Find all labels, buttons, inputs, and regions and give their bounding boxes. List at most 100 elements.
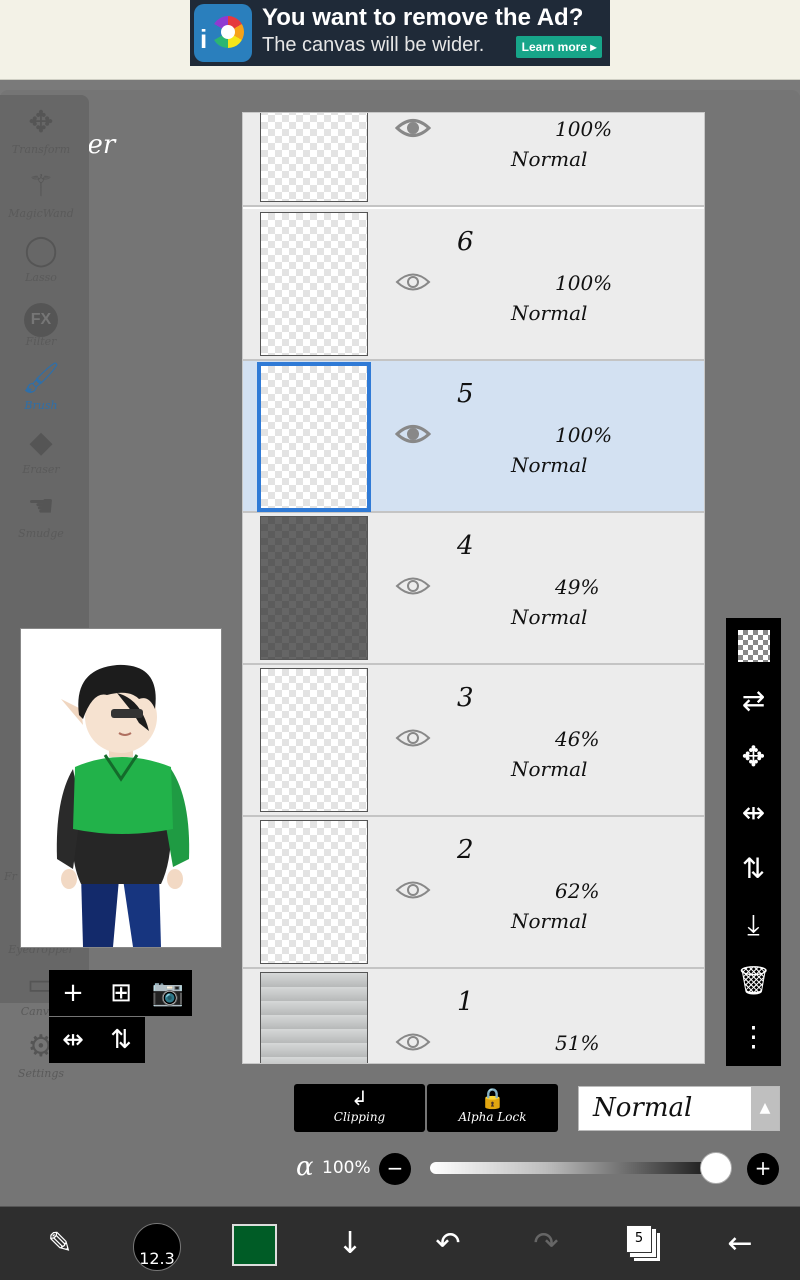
tool-smudge[interactable]: ☚ Smudge bbox=[0, 487, 82, 540]
increase-opacity-button[interactable]: + bbox=[747, 1153, 779, 1185]
lasso-icon: ◯ bbox=[24, 233, 58, 268]
lock-icon: 🔒 bbox=[480, 1086, 505, 1110]
ad-banner[interactable]: i You want to remove the Ad? The canvas … bbox=[190, 0, 610, 66]
arrow-down-icon[interactable]: ↓ bbox=[322, 1219, 378, 1269]
layer-name: 3 bbox=[457, 683, 474, 713]
flip-horizontal-icon[interactable]: ⇹ bbox=[49, 1017, 97, 1063]
redo-icon[interactable]: ↷ bbox=[518, 1219, 574, 1269]
back-arrow-icon[interactable]: ← bbox=[712, 1219, 768, 1269]
layers-button[interactable]: 5 bbox=[626, 1225, 652, 1253]
trash-icon[interactable]: 🗑 bbox=[726, 954, 781, 1008]
clipping-arrow-icon: ↲ bbox=[351, 1086, 368, 1110]
opacity-slider-handle[interactable] bbox=[700, 1152, 732, 1184]
layer-blend-mode: Normal bbox=[511, 605, 588, 629]
layer-name: 2 bbox=[457, 835, 474, 865]
layer-thumbnail bbox=[260, 516, 368, 660]
bottom-toolbar: ✎ 12.3 ↓ ↶ ↷ 5 ← bbox=[0, 1206, 800, 1280]
layer-blend-mode: Normal bbox=[511, 909, 588, 933]
canvas-preview[interactable] bbox=[20, 628, 222, 948]
more-options-icon[interactable]: ⋮ bbox=[726, 1010, 781, 1064]
logo-letter: i bbox=[200, 24, 208, 54]
ad-banner-bar: i You want to remove the Ad? The canvas … bbox=[0, 0, 800, 80]
learn-more-button[interactable]: Learn more ▸ bbox=[516, 36, 602, 58]
layer-thumbnail bbox=[257, 362, 371, 512]
ad-headline: You want to remove the Ad? bbox=[262, 4, 584, 31]
color-swatch[interactable] bbox=[232, 1224, 277, 1266]
swap-layer-icon[interactable]: ⇄ bbox=[726, 674, 781, 728]
eye-icon[interactable] bbox=[395, 573, 431, 599]
layer-row[interactable]: 1 51% bbox=[243, 969, 704, 1063]
layer-opacity: 100% bbox=[555, 271, 613, 295]
flip-horizontal-icon[interactable]: ⇹ bbox=[726, 786, 781, 840]
move-arrows-icon: ✥ bbox=[28, 105, 54, 140]
ad-subline: The canvas will be wider. bbox=[262, 34, 485, 56]
layer-blend-mode: Normal bbox=[511, 147, 588, 171]
camera-icon[interactable]: 📷 bbox=[144, 970, 192, 1016]
brush-eraser-toggle-icon[interactable]: ✎ bbox=[32, 1219, 88, 1269]
chevron-up-icon[interactable]: ▲ bbox=[751, 1087, 779, 1130]
brush-size-button[interactable]: 12.3 bbox=[133, 1223, 181, 1271]
character-drawing bbox=[56, 664, 190, 947]
clipping-button[interactable]: ↲ Clipping bbox=[294, 1084, 425, 1132]
smudge-icon: ☚ bbox=[27, 489, 55, 524]
layer-opacity: 49% bbox=[555, 575, 600, 599]
flip-vertical-icon[interactable]: ⇅ bbox=[97, 1017, 145, 1063]
ibispaint-logo-icon: i bbox=[194, 4, 252, 62]
decrease-opacity-button[interactable]: − bbox=[379, 1153, 411, 1185]
layer-row[interactable]: 2 62% Normal bbox=[243, 817, 704, 969]
layer-row[interactable]: 4 49% Normal bbox=[243, 513, 704, 665]
layer-name: 1 bbox=[457, 987, 474, 1017]
merge-down-icon[interactable]: ⤓ bbox=[726, 898, 781, 952]
opacity-row: α 100% − + bbox=[0, 1150, 800, 1190]
transparent-fill-icon[interactable] bbox=[726, 618, 781, 672]
layer-name: 5 bbox=[457, 379, 474, 409]
add-layer-from-copy-icon[interactable]: ⊞ bbox=[97, 970, 145, 1016]
layer-thumbnail bbox=[260, 113, 368, 202]
move-layer-icon[interactable]: ✥ bbox=[726, 730, 781, 784]
alpha-lock-button[interactable]: 🔒 Alpha Lock bbox=[427, 1084, 558, 1132]
brush-icon: 🖌 bbox=[21, 361, 61, 396]
alpha-symbol: α bbox=[296, 1152, 314, 1182]
layer-action-toolbar: ⇄ ✥ ⇹ ⇅ ⤓ 🗑 ⋮ bbox=[726, 618, 781, 1066]
layer-opacity: 51% bbox=[555, 1031, 600, 1055]
layer-opacity: 100% bbox=[555, 117, 613, 141]
layer-thumbnail bbox=[260, 212, 368, 356]
layer-opacity: 46% bbox=[555, 727, 600, 751]
layer-thumbnail bbox=[260, 668, 368, 812]
tool-filter[interactable]: FX Filter bbox=[0, 295, 82, 348]
magic-wand-icon: ⚚ bbox=[27, 169, 55, 204]
tool-magicwand[interactable]: ⚚ MagicWand bbox=[0, 167, 82, 220]
layer-blend-mode: Normal bbox=[511, 453, 588, 477]
opacity-value: 100% bbox=[322, 1158, 371, 1178]
tool-transform[interactable]: ✥ Transform bbox=[0, 103, 82, 156]
fx-icon: FX bbox=[0, 295, 82, 337]
eye-icon[interactable] bbox=[395, 421, 431, 447]
eye-icon[interactable] bbox=[395, 725, 431, 751]
layer-opacity: 62% bbox=[555, 879, 600, 903]
blend-mode-select[interactable]: Normal ▲ bbox=[578, 1086, 780, 1131]
layer-row[interactable]: 3 46% Normal bbox=[243, 665, 704, 817]
layer-row[interactable]: 6 100% Normal bbox=[243, 209, 704, 361]
flip-vertical-icon[interactable]: ⇅ bbox=[726, 842, 781, 896]
eraser-icon: ◆ bbox=[29, 425, 53, 460]
layer-row-selected[interactable]: 5 100% Normal bbox=[243, 361, 704, 513]
eye-icon[interactable] bbox=[395, 1029, 431, 1055]
layer-name: 4 bbox=[457, 531, 474, 561]
undo-icon[interactable]: ↶ bbox=[420, 1219, 476, 1269]
layer-opacity: 100% bbox=[555, 423, 613, 447]
layer-thumbnail bbox=[260, 820, 368, 964]
layer-row[interactable]: 100% Normal bbox=[243, 113, 704, 207]
tool-eraser[interactable]: ◆ Eraser bbox=[0, 423, 82, 476]
eye-icon[interactable] bbox=[395, 269, 431, 295]
layer-name: 6 bbox=[457, 227, 474, 257]
add-layer-button[interactable]: + bbox=[49, 970, 97, 1016]
layer-blend-mode: Normal bbox=[511, 757, 588, 781]
blend-mode-value: Normal bbox=[593, 1093, 693, 1123]
tool-lasso[interactable]: ◯ Lasso bbox=[0, 231, 82, 284]
tool-brush[interactable]: 🖌 Brush bbox=[0, 359, 82, 412]
eye-icon[interactable] bbox=[395, 115, 431, 141]
eye-icon[interactable] bbox=[395, 877, 431, 903]
layer-list[interactable]: 100% Normal 6 100% Normal 5 100% Normal … bbox=[242, 112, 705, 1064]
opacity-slider[interactable] bbox=[430, 1162, 720, 1174]
layer-blend-mode: Normal bbox=[511, 301, 588, 325]
